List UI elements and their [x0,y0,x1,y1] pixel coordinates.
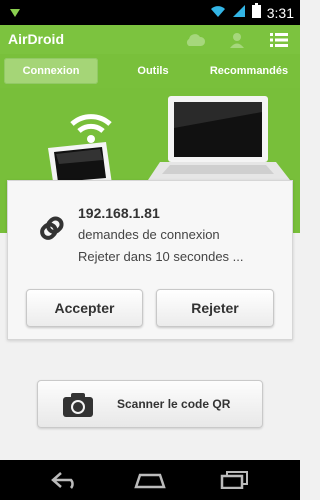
scan-qr-label: Scanner le code QR [117,397,231,411]
link-icon [36,214,66,248]
status-bar: 3:31 [0,0,300,25]
signal-icon [232,3,246,22]
laptop-icon [148,96,290,180]
battery-icon [251,3,261,22]
tab-bar: Connexion Outils Recommandés [0,54,300,88]
home-icon[interactable] [130,469,170,491]
action-bar: AirDroid [0,25,300,54]
recent-apps-icon[interactable] [214,469,254,491]
navigation-bar [0,460,300,500]
account-icon[interactable] [216,25,258,54]
camera-icon [62,392,94,422]
notification-icon [8,5,22,24]
tab-recommandes[interactable]: Recommandés [202,58,296,84]
tab-connexion[interactable]: Connexion [4,58,98,84]
device-ip: 192.168.1.81 [78,205,160,221]
wifi-icon [210,3,226,22]
tab-outils[interactable]: Outils [118,58,188,84]
back-icon[interactable] [46,469,86,491]
countdown-text: Rejeter dans 10 secondes ... [78,249,244,264]
menu-icon[interactable] [258,25,300,54]
accept-button[interactable]: Accepter [26,289,143,327]
scan-qr-button[interactable]: Scanner le code QR [37,380,263,428]
app-title: AirDroid [8,31,64,47]
connection-request-dialog: 192.168.1.81 demandes de connexion Rejet… [7,180,293,340]
clock: 3:31 [266,4,294,21]
cloud-icon[interactable] [174,25,216,54]
request-text: demandes de connexion [78,227,220,242]
wifi-signal-icon [70,114,112,143]
reject-button[interactable]: Rejeter [156,289,274,327]
